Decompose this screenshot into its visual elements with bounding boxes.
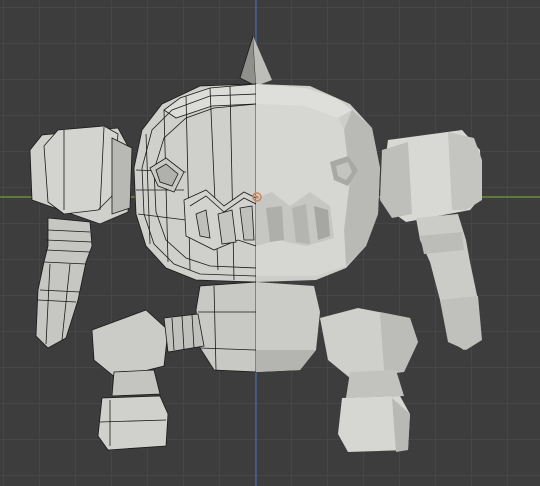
- left-leg: [91, 309, 205, 451]
- 3d-viewport[interactable]: [0, 0, 540, 486]
- head-right-solid: [256, 84, 380, 282]
- right-leg: [320, 308, 418, 452]
- head-left-wireframe: [133, 83, 257, 283]
- origin-dot: [255, 195, 259, 199]
- body-right-solid: [256, 282, 320, 372]
- body-left-wireframe: [195, 281, 257, 373]
- scene-canvas[interactable]: [0, 0, 540, 486]
- head-spike: [239, 35, 272, 87]
- left-arm: [29, 125, 133, 349]
